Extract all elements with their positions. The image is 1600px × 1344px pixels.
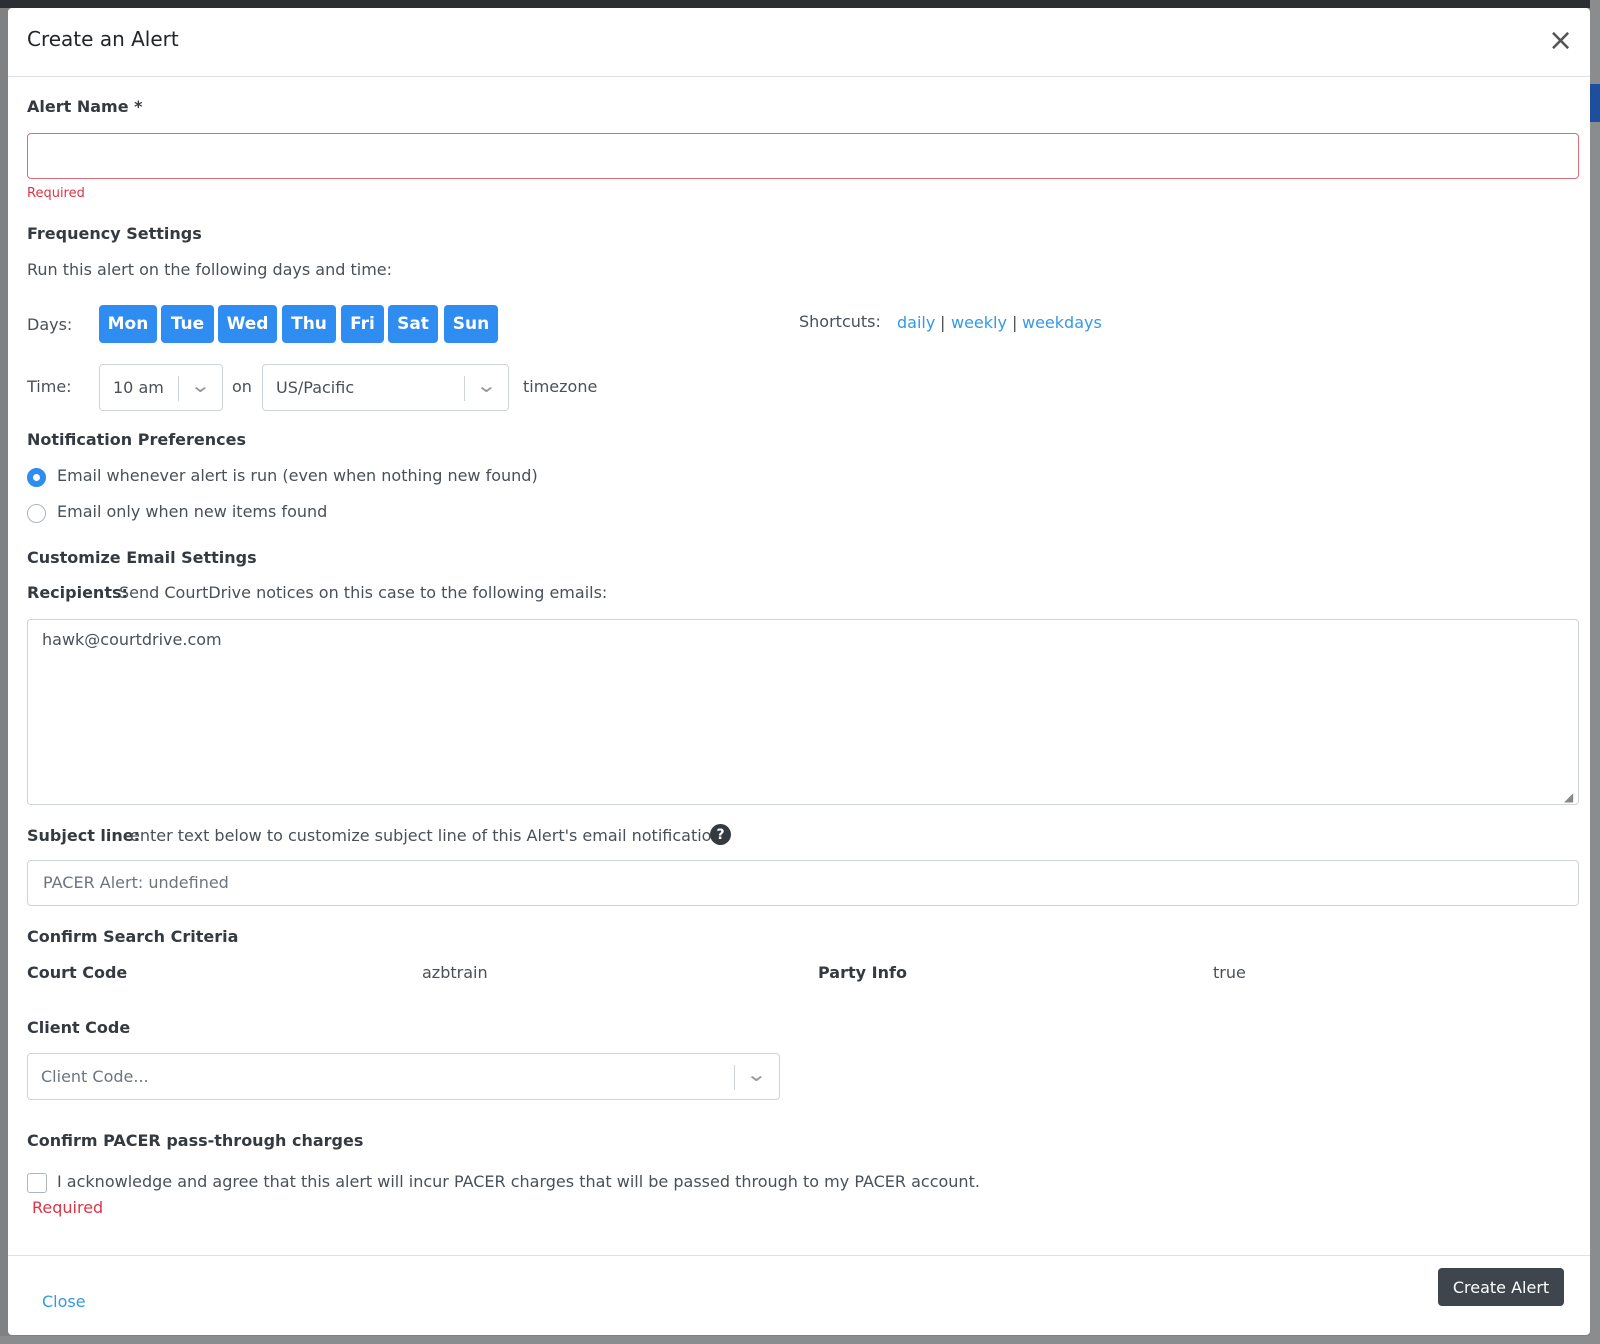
- alert-name-error: Required: [27, 186, 85, 201]
- select-divider: [734, 1065, 735, 1090]
- resize-handle-icon[interactable]: ◢: [1564, 790, 1573, 804]
- close-icon[interactable]: ×: [1548, 26, 1573, 56]
- pacer-heading: Confirm PACER pass-through charges: [27, 1131, 364, 1150]
- timezone-select-value: US/Pacific: [276, 378, 355, 397]
- subject-line-label: Subject line:: [27, 826, 141, 845]
- shortcut-separator: |: [940, 313, 946, 332]
- email-settings-heading: Customize Email Settings: [27, 548, 257, 567]
- pacer-acknowledge-checkbox[interactable]: [27, 1173, 47, 1193]
- time-label: Time:: [27, 377, 72, 396]
- notification-heading: Notification Preferences: [27, 430, 247, 449]
- background-top-bar: [0, 0, 1600, 8]
- chevron-down-icon[interactable]: ⌄: [475, 373, 497, 397]
- pacer-error: Required: [32, 1198, 104, 1217]
- client-code-select[interactable]: Client Code... ⌄: [27, 1053, 780, 1100]
- frequency-description: Run this alert on the following days and…: [27, 260, 393, 279]
- subject-line-placeholder: PACER Alert: undefined: [43, 873, 229, 892]
- on-label: on: [232, 377, 252, 396]
- timezone-label: timezone: [523, 377, 598, 396]
- modal-footer: [8, 1255, 1590, 1335]
- day-button-sat[interactable]: Sat: [388, 305, 438, 343]
- day-button-thu[interactable]: Thu: [282, 305, 336, 343]
- subject-line-description: enter text below to customize subject li…: [130, 826, 727, 845]
- select-divider: [464, 376, 465, 401]
- shortcuts-label: Shortcuts:: [799, 312, 881, 331]
- radio-email-always-label: Email whenever alert is run (even when n…: [57, 466, 538, 485]
- recipients-textarea[interactable]: hawk@courtdrive.com: [27, 619, 1579, 805]
- day-button-sun[interactable]: Sun: [444, 305, 498, 343]
- day-button-mon[interactable]: Mon: [99, 305, 157, 343]
- background-accent: [1589, 84, 1600, 122]
- pacer-acknowledge-label: I acknowledge and agree that this alert …: [57, 1172, 980, 1191]
- day-button-wed[interactable]: Wed: [218, 305, 277, 343]
- day-button-tue[interactable]: Tue: [161, 305, 214, 343]
- close-link[interactable]: Close: [42, 1292, 86, 1311]
- shortcut-weekly-link[interactable]: weekly: [951, 313, 1007, 332]
- timezone-select[interactable]: US/Pacific ⌄: [262, 364, 509, 411]
- background-page-edge: [1590, 0, 1600, 1344]
- create-alert-modal: Create an Alert × Alert Name * Required …: [8, 8, 1590, 1335]
- client-code-label: Client Code: [27, 1018, 131, 1037]
- select-divider: [178, 376, 179, 401]
- radio-email-new-only-label: Email only when new items found: [57, 502, 328, 521]
- help-icon[interactable]: ?: [710, 824, 731, 845]
- party-info-label: Party Info: [818, 963, 907, 982]
- subject-line-input[interactable]: PACER Alert: undefined: [27, 860, 1579, 906]
- alert-name-label: Alert Name *: [27, 97, 143, 116]
- shortcut-weekdays-link[interactable]: weekdays: [1022, 313, 1102, 332]
- frequency-heading: Frequency Settings: [27, 224, 202, 243]
- recipients-label: Recipients:: [27, 583, 128, 602]
- time-select-value: 10 am: [113, 378, 164, 397]
- days-label: Days:: [27, 315, 73, 334]
- modal-title: Create an Alert: [27, 27, 179, 51]
- time-select[interactable]: 10 am ⌄: [99, 364, 223, 411]
- client-code-placeholder: Client Code...: [41, 1067, 149, 1086]
- shortcut-daily-link[interactable]: daily: [897, 313, 935, 332]
- court-code-value: azbtrain: [422, 963, 488, 982]
- chevron-down-icon[interactable]: ⌄: [745, 1062, 767, 1086]
- radio-email-always[interactable]: [27, 468, 46, 487]
- alert-name-input[interactable]: [27, 133, 1579, 179]
- radio-email-new-only[interactable]: [27, 504, 46, 523]
- court-code-label: Court Code: [27, 963, 128, 982]
- modal-header: Create an Alert ×: [8, 8, 1590, 77]
- search-criteria-heading: Confirm Search Criteria: [27, 927, 239, 946]
- create-alert-button[interactable]: Create Alert: [1438, 1268, 1564, 1306]
- party-info-value: true: [1213, 963, 1246, 982]
- day-button-fri[interactable]: Fri: [341, 305, 384, 343]
- background-bottom-edge: [0, 1336, 1600, 1344]
- shortcut-separator: |: [1012, 313, 1018, 332]
- chevron-down-icon[interactable]: ⌄: [189, 373, 211, 397]
- recipients-description: Send CourtDrive notices on this case to …: [119, 583, 608, 602]
